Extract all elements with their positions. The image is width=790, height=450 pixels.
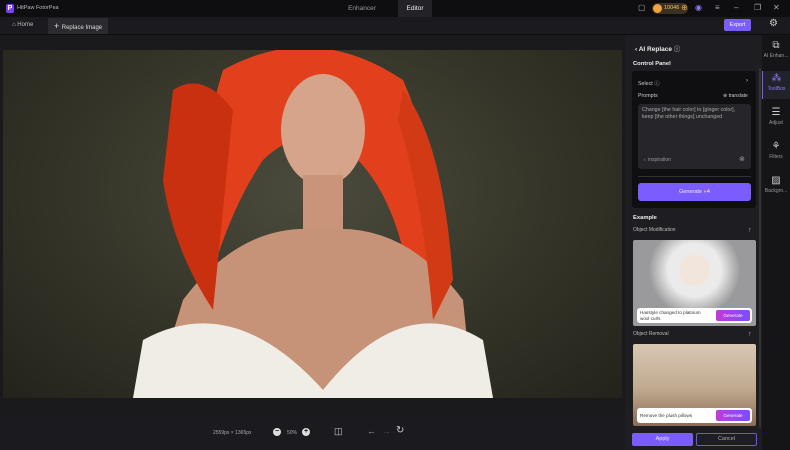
- control-panel-heading: Control Panel: [633, 61, 671, 67]
- compare-icon[interactable]: ◫: [334, 426, 343, 437]
- account-icon[interactable]: ◉: [695, 3, 702, 12]
- caption-text: Hairstyle changed to platinum wool curls: [640, 310, 701, 321]
- chevron-right-icon[interactable]: ›: [746, 78, 748, 84]
- example-title: Object Removal: [633, 331, 669, 337]
- zoom-level: 50%: [287, 430, 298, 436]
- settings-icon[interactable]: ⚙: [769, 18, 778, 29]
- replace-label: Replace Image: [61, 25, 103, 31]
- select-label: Select: [638, 81, 653, 87]
- zoom-in-button[interactable]: +: [302, 428, 310, 436]
- menu-icon[interactable]: ≡: [715, 3, 720, 12]
- rail-toolbox[interactable]: ⁂ ToolBox: [762, 71, 790, 99]
- reset-icon[interactable]: ↻: [396, 425, 404, 436]
- collapse-icon[interactable]: ↑: [748, 331, 752, 338]
- rail-label: Backgro...: [764, 188, 788, 194]
- replace-image-button[interactable]: + Replace Image: [48, 18, 108, 34]
- toolbar: [0, 17, 790, 35]
- history-icon[interactable]: ▢: [638, 3, 646, 12]
- image-dimensions: 2559px × 1365px: [213, 430, 252, 436]
- background-icon: ▨: [771, 175, 781, 186]
- rail-label: AI Enhan...: [763, 53, 789, 59]
- generate-label: Generate: [679, 189, 702, 195]
- bottom-bar: [0, 415, 625, 450]
- example-caption: Hairstyle changed to platinum wool curls…: [637, 308, 752, 323]
- inspiration-label: inspiration: [648, 157, 671, 163]
- divider: [638, 176, 751, 177]
- collapse-icon[interactable]: ↑: [748, 227, 752, 234]
- minimize-icon[interactable]: –: [734, 3, 738, 12]
- tab-enhancer[interactable]: Enhancer: [330, 0, 394, 17]
- rail-label: ToolBox: [767, 86, 786, 92]
- panel-title: ‹ AI Replace ⓘ: [635, 43, 680, 53]
- adjust-icon: ☰: [771, 107, 781, 118]
- panel-scrollbar[interactable]: [759, 68, 761, 428]
- generate-button[interactable]: Generate ●4: [638, 183, 751, 201]
- example-image-modification: Hairstyle changed to platinum wool curls…: [633, 240, 756, 326]
- select-row[interactable]: Select ⓘ: [638, 79, 660, 87]
- info-icon: ⓘ: [654, 81, 660, 87]
- export-button[interactable]: Export: [724, 19, 751, 31]
- add-coins-icon[interactable]: ⊕: [681, 3, 688, 12]
- toolbox-icon: ⁂: [771, 73, 782, 84]
- info-icon[interactable]: ⓘ: [674, 46, 681, 53]
- inspiration-button[interactable]: ♁ inspiration: [643, 157, 671, 163]
- rail-filters[interactable]: ⚘ Filters: [762, 141, 790, 160]
- tool-rail: ⧉ AI Enhan... ⁂ ToolBox ☰ Adjust ⚘ Filters ▨…: [762, 35, 790, 450]
- clear-icon[interactable]: ⊗: [739, 155, 745, 163]
- redo-icon[interactable]: →: [382, 426, 391, 436]
- app-name: HitPaw FotorPea: [17, 5, 59, 11]
- example-generate-button[interactable]: Generate: [716, 410, 750, 421]
- rail-adjust[interactable]: ☰ Adjust: [762, 107, 790, 126]
- rail-label: Filters: [769, 154, 783, 160]
- caption-text: Remove the plush pillows: [640, 413, 693, 418]
- ai-enhance-icon: ⧉: [772, 40, 780, 51]
- filters-icon: ⚘: [771, 141, 781, 152]
- example-heading: Example: [633, 215, 657, 221]
- app-logo-icon: P: [6, 4, 14, 13]
- translate-button[interactable]: ⊛ translate: [723, 93, 748, 99]
- panel-title-text: AI Replace: [638, 46, 672, 53]
- example-generate-button[interactable]: Generate: [716, 310, 750, 321]
- edited-photo[interactable]: [3, 50, 622, 398]
- zoom-out-button[interactable]: −: [273, 428, 281, 436]
- example-image-removal: Remove the plush pillows Generate: [633, 344, 756, 426]
- rail-label: Adjust: [769, 120, 783, 126]
- generate-cost: 4: [706, 189, 710, 195]
- plus-icon: +: [54, 21, 62, 31]
- tab-editor[interactable]: Editor: [398, 0, 432, 17]
- undo-icon[interactable]: ←: [367, 426, 376, 436]
- prompts-label: Prompts: [638, 93, 658, 99]
- close-icon[interactable]: ✕: [773, 3, 780, 12]
- apply-button[interactable]: Apply: [632, 433, 693, 446]
- example-title: Object Modification: [633, 227, 676, 233]
- translate-label: translate: [728, 93, 748, 99]
- restore-icon[interactable]: ❐: [754, 3, 761, 12]
- cancel-button[interactable]: Cancel: [696, 433, 757, 446]
- home-label: Home: [17, 22, 34, 28]
- rail-ai-enhance[interactable]: ⧉ AI Enhan...: [762, 40, 790, 59]
- example-caption: Remove the plush pillows Generate: [637, 408, 752, 423]
- rail-background[interactable]: ▨ Backgro...: [762, 175, 790, 194]
- home-button[interactable]: ⌂ Home: [12, 22, 33, 28]
